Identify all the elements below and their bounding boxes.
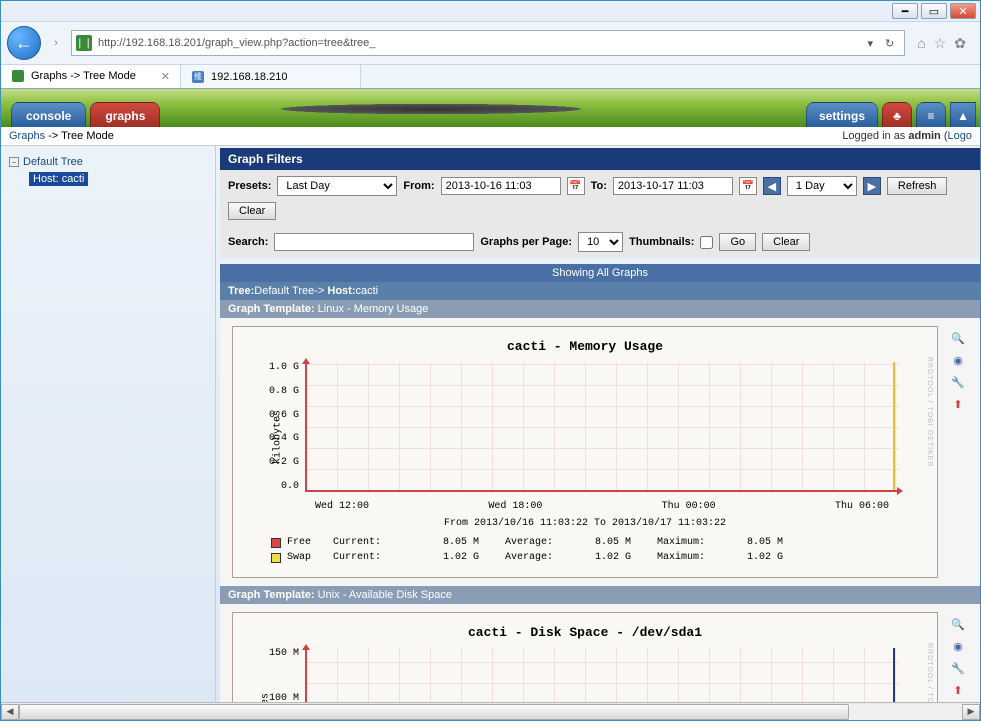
shift-left-button[interactable]: ◀ <box>763 177 781 195</box>
legend-swatch-swap <box>271 553 281 563</box>
gpp-label: Graphs per Page: <box>480 236 572 248</box>
rrd-watermark: RRDTOOL / TOBI OETIKER <box>926 357 933 467</box>
zoom-icon[interactable]: 🔍 <box>950 616 966 632</box>
browser-tab-graphs[interactable]: Graphs -> Tree Mode ✕ <box>1 65 181 88</box>
graph-title: cacti - Disk Space - /dev/sda1 <box>241 621 929 644</box>
console-tab[interactable]: console <box>11 102 86 127</box>
close-button[interactable]: ✕ <box>950 3 976 19</box>
from-calendar-icon[interactable]: 📅 <box>567 177 585 195</box>
sidebar: − Default Tree Host: cacti <box>1 146 216 702</box>
logout-link[interactable]: Logo <box>948 130 972 142</box>
dropdown-icon[interactable]: ▾ <box>861 37 879 50</box>
refresh-icon[interactable]: ↻ <box>879 37 900 50</box>
refresh-button[interactable]: Refresh <box>887 177 948 195</box>
from-label: From: <box>403 180 434 192</box>
plot-area <box>305 648 899 702</box>
tree-expander-icon[interactable]: − <box>9 157 19 167</box>
tab-close-icon[interactable]: ✕ <box>161 70 170 83</box>
browser-tab-ip[interactable]: 维 192.168.18.210 <box>181 65 361 88</box>
showing-all-bar: Showing All Graphs <box>220 264 980 282</box>
thumbnails-checkbox[interactable] <box>700 236 713 249</box>
breadcrumb: Graphs -> Tree Mode <box>9 130 114 142</box>
legend: Free Current:8.05 M Average:8.05 M Maxim… <box>241 531 929 569</box>
home-icon[interactable]: ⌂ <box>917 35 925 52</box>
breadcrumb-tail: -> Tree Mode <box>48 130 114 142</box>
tree-root[interactable]: − Default Tree <box>9 154 207 170</box>
clear-button[interactable]: Clear <box>228 202 276 220</box>
scroll-left-button[interactable]: ◀ <box>1 704 19 720</box>
up-arrow-icon[interactable]: ⬆ <box>950 682 966 698</box>
template-header-1: Graph Template: Linux - Memory Usage <box>220 300 980 318</box>
scroll-right-button[interactable]: ▶ <box>962 704 980 720</box>
wrench-icon[interactable]: 🔧 <box>950 660 966 676</box>
login-status: Logged in as admin (Logo <box>842 130 972 142</box>
tab-label: 192.168.18.210 <box>211 71 287 83</box>
search-input[interactable] <box>274 233 474 251</box>
rrd-watermark: RRDTOOL / TOBI <box>926 643 933 702</box>
tab-icon: 维 <box>191 70 205 84</box>
graphs-tab[interactable]: graphs <box>90 102 160 127</box>
tree-icon-button[interactable]: ♣ <box>882 102 912 127</box>
zoom-select[interactable]: 1 Day <box>787 176 857 196</box>
template-header-2: Graph Template: Unix - Available Disk Sp… <box>220 586 980 604</box>
wrench-icon[interactable]: 🔧 <box>950 374 966 390</box>
presets-label: Presets: <box>228 180 271 192</box>
url-text: http://192.168.18.201/graph_view.php?act… <box>92 37 861 49</box>
to-input[interactable] <box>613 177 733 195</box>
breadcrumb-root[interactable]: Graphs <box>9 130 45 142</box>
preview-icon-button[interactable]: ▲ <box>950 102 976 127</box>
graph-filters-header: Graph Filters <box>220 148 980 170</box>
y-ticks: 50 M 100 M 150 M <box>259 648 299 702</box>
csv-icon[interactable]: ◉ <box>950 352 966 368</box>
app-header: console graphs settings ♣ ≡ ▲ <box>1 89 980 127</box>
search-label: Search: <box>228 236 268 248</box>
to-label: To: <box>591 180 607 192</box>
graph-memory-usage[interactable]: RRDTOOL / TOBI OETIKER cacti - Memory Us… <box>232 326 938 578</box>
address-bar[interactable]: ❘❘ http://192.168.18.201/graph_view.php?… <box>71 30 905 56</box>
x-ticks: Wed 12:00 Wed 18:00 Thu 00:00 Thu 06:00 <box>305 501 899 512</box>
up-arrow-icon[interactable]: ⬆ <box>950 396 966 412</box>
nav-back-button[interactable]: ← <box>7 26 41 60</box>
tree-host-cacti[interactable]: Host: cacti <box>29 170 207 188</box>
gpp-select[interactable]: 10 <box>578 232 623 252</box>
legend-swatch-free <box>271 538 281 548</box>
favorite-icon[interactable]: ☆ <box>934 35 947 52</box>
scroll-thumb[interactable] <box>19 704 849 720</box>
tab-label: Graphs -> Tree Mode <box>31 70 136 82</box>
minimize-button[interactable]: ━ <box>892 3 918 19</box>
horizontal-scrollbar[interactable]: ◀ ▶ <box>1 702 980 720</box>
nav-forward-button[interactable]: › <box>45 30 67 56</box>
settings-button[interactable]: settings <box>806 102 878 127</box>
list-icon-button[interactable]: ≡ <box>916 102 946 127</box>
content: Graph Filters Presets: Last Day From: 📅 … <box>216 146 980 702</box>
y-ticks: 0.0 0.2 G 0.4 G 0.6 G 0.8 G 1.0 G <box>259 362 299 492</box>
graph-disk-space[interactable]: RRDTOOL / TOBI cacti - Disk Space - /dev… <box>232 612 938 702</box>
graph-title: cacti - Memory Usage <box>241 335 929 358</box>
tree-path: Tree:Default Tree-> Host:cacti <box>220 282 980 300</box>
go-button[interactable]: Go <box>719 233 756 251</box>
to-calendar-icon[interactable]: 📅 <box>739 177 757 195</box>
shift-right-button[interactable]: ▶ <box>863 177 881 195</box>
csv-icon[interactable]: ◉ <box>950 638 966 654</box>
thumbnails-label: Thumbnails: <box>629 236 694 248</box>
chart-caption: From 2013/10/16 11:03:22 To 2013/10/17 1… <box>241 516 929 531</box>
plot-area <box>305 362 899 492</box>
maximize-button[interactable]: ▭ <box>921 3 947 19</box>
site-icon: ❘❘ <box>76 35 92 51</box>
zoom-icon[interactable]: 🔍 <box>950 330 966 346</box>
gear-icon[interactable]: ✿ <box>954 35 966 52</box>
presets-select[interactable]: Last Day <box>277 176 397 196</box>
tab-icon <box>11 69 25 83</box>
clear2-button[interactable]: Clear <box>762 233 810 251</box>
from-input[interactable] <box>441 177 561 195</box>
